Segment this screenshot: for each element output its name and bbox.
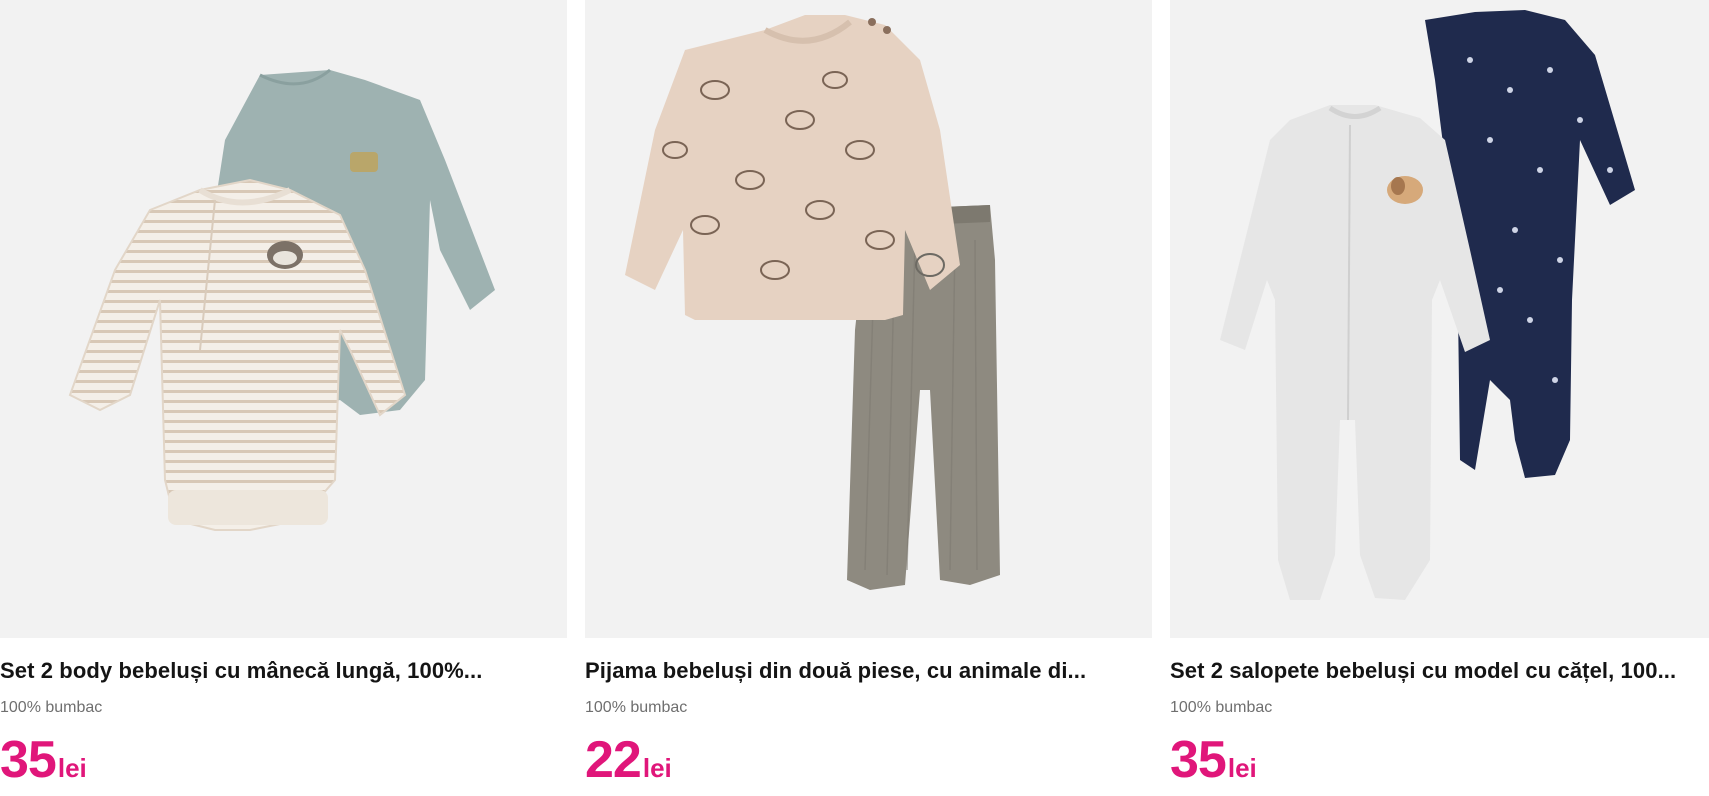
product-card[interactable]: Set 2 body bebeluși cu mânecă lungă, 100… (0, 0, 567, 796)
product-card[interactable]: Pijama bebeluși din două piese, cu anima… (585, 0, 1152, 796)
product-material: 100% bumbac (1170, 699, 1273, 716)
baby-sleepsuit-set-image (1220, 10, 1635, 600)
price-currency: lei (642, 753, 672, 783)
baby-bodysuit-set-image (68, 68, 495, 531)
product-material: 100% bumbac (0, 699, 103, 716)
product-image[interactable] (0, 0, 567, 638)
product-price: 22 lei (585, 732, 672, 796)
product-title[interactable]: Set 2 salopete bebeluși cu model cu cățe… (1170, 658, 1709, 684)
price-currency: lei (1227, 753, 1257, 783)
price-currency: lei (57, 753, 87, 783)
price-value: 35 (0, 731, 57, 789)
product-card[interactable]: Set 2 salopete bebeluși cu model cu cățe… (1170, 0, 1709, 796)
price-value: 22 (585, 731, 642, 789)
product-grid: Set 2 body bebeluși cu mânecă lungă, 100… (0, 0, 1709, 796)
product-image[interactable] (1170, 0, 1709, 638)
product-title[interactable]: Pijama bebeluși din două piese, cu anima… (585, 658, 1140, 684)
product-image[interactable] (585, 0, 1152, 638)
product-material: 100% bumbac (585, 699, 688, 716)
product-price: 35 lei (1170, 732, 1257, 796)
baby-pajama-set-image (625, 15, 1000, 590)
product-title[interactable]: Set 2 body bebeluși cu mânecă lungă, 100… (0, 658, 555, 684)
price-value: 35 (1170, 731, 1227, 789)
product-price: 35 lei (0, 732, 87, 796)
